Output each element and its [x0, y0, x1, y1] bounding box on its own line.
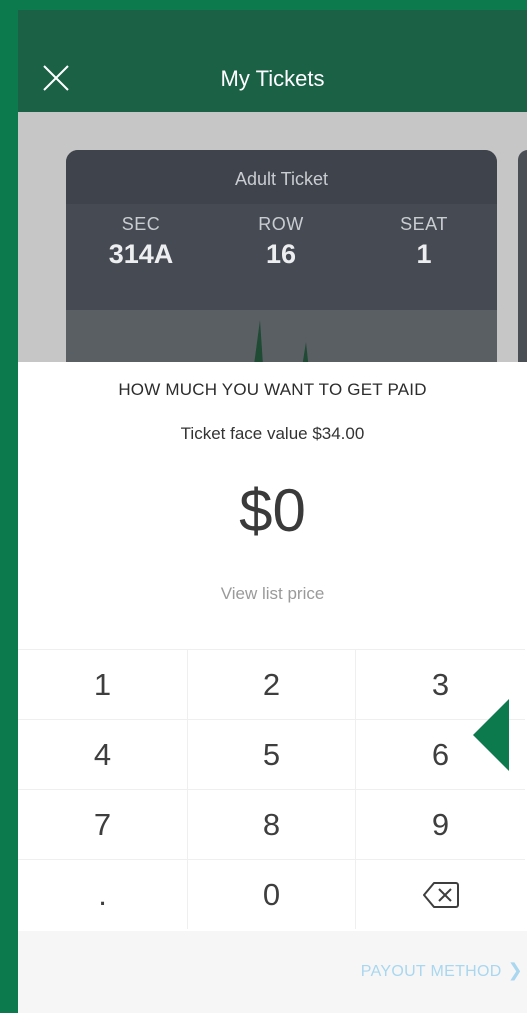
frame-left-border [0, 0, 18, 1013]
ticket-row: ROW 16 [216, 214, 346, 270]
payout-method-label: PAYOUT METHOD [360, 963, 502, 980]
key-2[interactable]: 2 [187, 649, 356, 719]
row-value: 16 [265, 239, 297, 269]
key-5[interactable]: 5 [187, 719, 356, 789]
key-0[interactable]: 0 [187, 859, 356, 929]
sheet-heading: HOW MUCH YOU WANT TO GET PAID [118, 380, 427, 399]
key-4[interactable]: 4 [18, 719, 187, 789]
ticket-type: Adult Ticket [66, 150, 497, 204]
row-label: ROW [258, 214, 304, 234]
chevron-right-icon: ❯ [507, 960, 523, 980]
seat-value: 1 [416, 239, 432, 269]
face-value-text: Ticket face value $34.00 [180, 424, 365, 443]
ticket-image [66, 310, 497, 362]
key-9[interactable]: 9 [356, 789, 525, 859]
backspace-key[interactable] [356, 859, 525, 929]
ticket-seat: SEAT 1 [359, 214, 489, 270]
payout-method-link[interactable]: PAYOUT METHOD ❯ [361, 960, 523, 981]
amount-display: $0 [239, 477, 306, 544]
ticket-card[interactable]: Adult Ticket SEC 314A ROW 16 SEAT 1 [66, 150, 497, 362]
page-title: My Tickets [220, 66, 325, 91]
annotation-arrow-icon [473, 699, 509, 771]
key-8[interactable]: 8 [187, 789, 356, 859]
ticket-section: SEC 314A [76, 214, 206, 270]
app-screen: My Tickets Adult Ticket SEC 314A ROW 16 … [18, 10, 527, 1013]
key-7[interactable]: 7 [18, 789, 187, 859]
ticket-carousel: Adult Ticket SEC 314A ROW 16 SEAT 1 [18, 112, 527, 362]
backspace-icon [422, 881, 459, 908]
view-list-price-link[interactable]: View list price [18, 584, 527, 604]
numeric-keypad: 1 2 3 4 5 6 7 8 9 . 0 [18, 649, 527, 929]
next-ticket-card[interactable] [518, 150, 527, 362]
key-decimal[interactable]: . [18, 859, 187, 929]
sheet-footer: PAYOUT METHOD ❯ [18, 931, 527, 1013]
header-bar: My Tickets [18, 10, 527, 112]
seat-label: SEAT [400, 214, 448, 234]
ticket-seat-info: SEC 314A ROW 16 SEAT 1 [66, 214, 497, 294]
section-label: SEC [121, 214, 161, 234]
key-1[interactable]: 1 [18, 649, 187, 719]
payout-sheet: HOW MUCH YOU WANT TO GET PAID Ticket fac… [18, 362, 527, 1013]
frame-top-border [0, 0, 527, 10]
section-value: 314A [108, 239, 174, 269]
